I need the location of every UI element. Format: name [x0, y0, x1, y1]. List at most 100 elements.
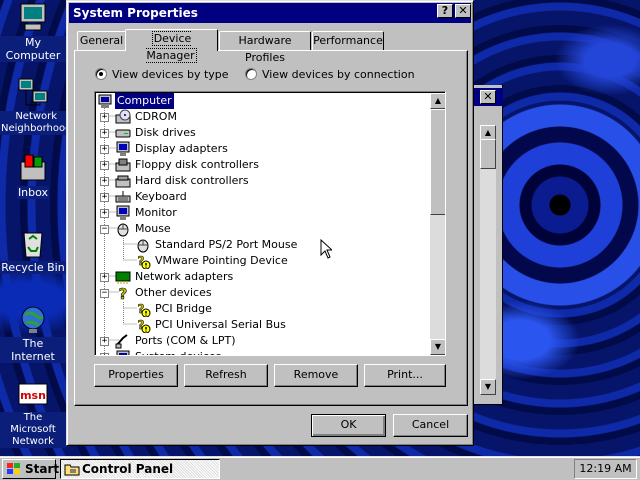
tree-row[interactable]: + Ports (COM & LPT): [95, 333, 430, 349]
tree-row[interactable]: ? PCI Universal Serial Bus: [95, 317, 430, 334]
scroll-down-arrow-icon[interactable]: ▼: [480, 379, 496, 395]
computer-icon: [97, 93, 113, 109]
unknown-device-icon: ?: [115, 285, 131, 304]
desktop-icon-label: The Internet: [0, 337, 66, 363]
properties-button[interactable]: Properties: [94, 364, 178, 387]
expand-icon[interactable]: +: [100, 113, 109, 122]
port-icon: [115, 333, 131, 349]
background-window-scrollbar[interactable]: ▲ ▼: [480, 125, 496, 395]
tree-row[interactable]: ? VMware Pointing Device: [95, 253, 430, 270]
close-button[interactable]: ✕: [455, 4, 471, 18]
expand-icon[interactable]: +: [100, 129, 109, 138]
tree-row[interactable]: + CDROM: [95, 109, 430, 125]
desktop-icon-label: My Computer: [0, 36, 66, 62]
radio-view-by-connection[interactable]: View devices by connection: [245, 67, 415, 83]
desktop-icon-my-computer[interactable]: My Computer: [0, 2, 66, 62]
ok-button[interactable]: OK: [311, 414, 386, 437]
help-button[interactable]: ?: [437, 4, 453, 18]
desktop-icon-label: The Microsoft Network: [0, 412, 66, 448]
desktop-icon-label: Network Neighborhood: [0, 111, 73, 135]
desktop-icon-label: Recycle Bin: [0, 261, 66, 274]
tree-row-label: Monitor: [135, 206, 177, 219]
dialog-title: System Properties: [73, 6, 198, 20]
network-adapter-icon: [115, 269, 131, 285]
msn-icon: msn: [17, 378, 49, 410]
scroll-thumb[interactable]: [430, 109, 445, 215]
collapse-icon[interactable]: −: [100, 289, 109, 298]
windows-logo-icon: [7, 463, 20, 474]
tree-row-label: Standard PS/2 Port Mouse: [155, 238, 298, 251]
tab-label: Device Manager: [146, 31, 197, 63]
device-tree[interactable]: Computer + CDROM + Disk drives + Display adapt…: [94, 91, 446, 356]
tree-row-label: CDROM: [135, 110, 177, 123]
tree-row-label: Other devices: [135, 286, 212, 299]
dialog-titlebar[interactable]: System Properties: [69, 3, 471, 23]
tree-row[interactable]: + Monitor: [95, 205, 430, 221]
tree-row[interactable]: + Floppy disk controllers: [95, 157, 430, 173]
expand-icon[interactable]: +: [100, 353, 109, 355]
background-window[interactable]: ✕ ▲ ▼: [470, 85, 503, 405]
close-icon[interactable]: ✕: [480, 90, 496, 104]
desktop-icon-network-neighborhood[interactable]: Network Neighborhood: [0, 77, 73, 135]
start-button[interactable]: Start: [2, 459, 59, 479]
clock[interactable]: 12:19 AM: [579, 462, 631, 475]
tree-row[interactable]: + Network adapters: [95, 269, 430, 285]
expand-icon[interactable]: +: [100, 273, 109, 282]
tree-row[interactable]: −? Other devices: [95, 285, 430, 304]
scroll-thumb[interactable]: [480, 139, 496, 169]
tab-device-manager[interactable]: Device Manager: [125, 29, 218, 63]
tree-row[interactable]: + Disk drives: [95, 125, 430, 141]
expand-icon[interactable]: +: [100, 161, 109, 170]
monitor-icon: [115, 205, 131, 221]
tree-row-label: Mouse: [135, 222, 171, 235]
task-label: Control Panel: [82, 462, 174, 476]
expand-icon[interactable]: +: [100, 209, 109, 218]
tree-row[interactable]: Computer: [95, 93, 430, 109]
tree-row-label: Disk drives: [135, 126, 196, 139]
radio-view-by-type[interactable]: View devices by type: [95, 67, 229, 83]
cdrom-icon: [115, 109, 131, 125]
expand-icon[interactable]: +: [100, 145, 109, 154]
desktop-icon-the-internet[interactable]: The Internet: [0, 303, 66, 363]
desktop-icon-label: Inbox: [16, 186, 50, 199]
warning-device-icon: ?: [135, 301, 151, 318]
cancel-button[interactable]: Cancel: [393, 414, 468, 437]
radio-dot: [95, 68, 107, 80]
tree-row-label: Hard disk controllers: [135, 174, 249, 187]
tree-row[interactable]: − Mouse: [95, 221, 430, 237]
desktop-icon-msn[interactable]: msn The Microsoft Network: [0, 378, 66, 448]
disk-drive-icon: [115, 125, 131, 141]
refresh-button[interactable]: Refresh: [184, 364, 268, 387]
tree-row[interactable]: Standard PS/2 Port Mouse: [95, 237, 430, 253]
tree-row[interactable]: + System devices: [95, 349, 430, 355]
desktop-icon-inbox[interactable]: Inbox: [0, 152, 66, 199]
radio-label: View devices by type: [112, 68, 229, 81]
display-adapter-icon: [115, 141, 131, 157]
remove-button[interactable]: Remove: [274, 364, 358, 387]
collapse-icon[interactable]: −: [100, 225, 109, 234]
tree-row-label: VMware Pointing Device: [155, 254, 288, 267]
tree-vertical-scrollbar[interactable]: ▲ ▼: [430, 93, 445, 355]
tab-performance[interactable]: Performance: [312, 31, 384, 50]
taskbar-button-control-panel[interactable]: Control Panel: [60, 459, 220, 479]
tree-row[interactable]: ? PCI Bridge: [95, 301, 430, 318]
tree-row-label: PCI Universal Serial Bus: [155, 318, 286, 331]
tree-row-label: Display adapters: [135, 142, 228, 155]
expand-icon[interactable]: +: [100, 337, 109, 346]
tree-row[interactable]: + Display adapters: [95, 141, 430, 157]
tree-row[interactable]: + Keyboard: [95, 189, 430, 205]
scroll-down-arrow-icon[interactable]: ▼: [430, 339, 445, 355]
desktop-icon-recycle-bin[interactable]: Recycle Bin: [0, 227, 66, 274]
tab-hardware-profiles[interactable]: Hardware Profiles: [219, 31, 311, 64]
tree-row[interactable]: + Hard disk controllers: [95, 173, 430, 189]
tab-label: Performance: [313, 34, 383, 47]
tab-general[interactable]: General: [77, 31, 126, 50]
expand-icon[interactable]: +: [100, 177, 109, 186]
print-button[interactable]: Print...: [364, 364, 446, 387]
tab-label: General: [79, 34, 124, 47]
taskbar: Start Control Panel 12:19 AM: [0, 456, 640, 480]
keyboard-icon: [115, 189, 131, 205]
warning-device-icon: ?: [135, 253, 151, 270]
scroll-up-arrow-icon[interactable]: ▲: [430, 93, 445, 109]
expand-icon[interactable]: +: [100, 193, 109, 202]
